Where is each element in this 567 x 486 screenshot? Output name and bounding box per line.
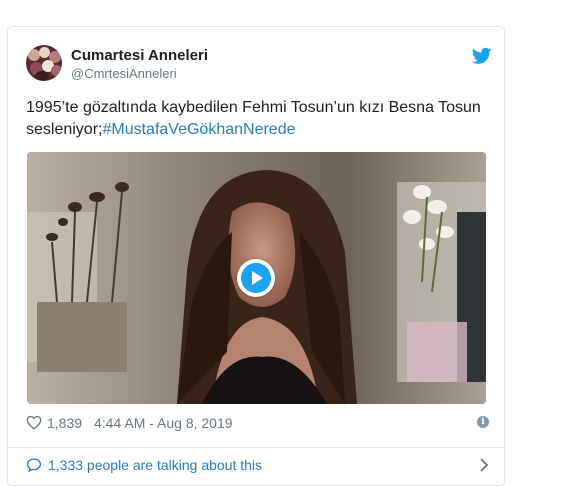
avatar[interactable] — [26, 45, 62, 81]
info-icon[interactable]: i — [477, 416, 489, 428]
talking-link[interactable]: 1,333 people are talking about this — [26, 455, 489, 475]
timestamp-link[interactable]: 4:44 AM - Aug 8, 2019 — [94, 415, 233, 431]
play-button[interactable] — [237, 259, 275, 297]
hashtag-link[interactable]: #MustafaVeGökhanNerede — [102, 121, 295, 138]
speech-bubble-icon — [26, 458, 42, 473]
talking-text: 1,333 people are talking about this — [48, 457, 263, 473]
tweet-header: Cumartesi Anneleri @CmrtesiAnneleri — [26, 44, 492, 84]
chevron-right-icon — [480, 458, 489, 472]
video-thumbnail[interactable] — [27, 152, 486, 404]
divider — [8, 447, 504, 448]
author-handle[interactable]: @CmrtesiAnneleri — [71, 66, 177, 81]
heart-icon[interactable] — [26, 415, 42, 430]
tweet-text: 1995’te gözaltında kaybedilen Fehmi Tosu… — [26, 97, 496, 141]
tweet-card: Cumartesi Anneleri @CmrtesiAnneleri 1995… — [7, 26, 505, 486]
like-count[interactable]: 1,839 — [47, 415, 82, 431]
twitter-bird-icon[interactable] — [472, 47, 492, 65]
author-name[interactable]: Cumartesi Anneleri — [71, 47, 208, 64]
tweet-meta: 1,839 4:44 AM - Aug 8, 2019 i — [26, 412, 489, 434]
play-icon — [241, 263, 271, 293]
